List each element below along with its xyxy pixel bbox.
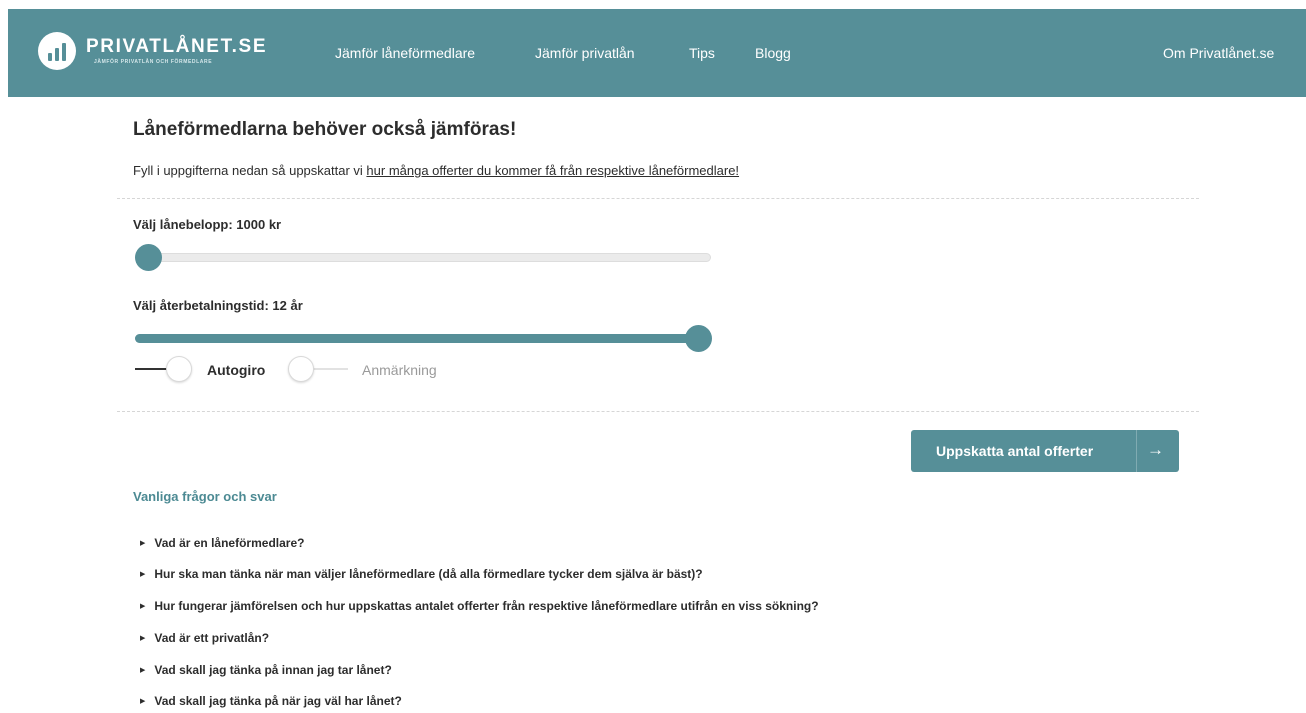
loan-amount-label: Välj lånebelopp: 1000 kr xyxy=(133,217,282,232)
slider-track xyxy=(135,253,711,262)
faq-title: Vanliga frågor och svar xyxy=(133,489,277,504)
intro-link[interactable]: hur många offerter du kommer få från res… xyxy=(366,163,739,178)
caret-right-icon: ▶ xyxy=(140,635,146,642)
estimate-offers-label: Uppskatta antal offerter xyxy=(936,443,1094,459)
repayment-slider[interactable] xyxy=(135,325,712,352)
autogiro-toggle[interactable] xyxy=(135,355,195,385)
faq-item[interactable]: ▶ Vad är en låneförmedlare? xyxy=(140,536,304,550)
loan-amount-slider[interactable] xyxy=(135,244,711,271)
toggle-knob xyxy=(288,356,314,382)
toggle-knob xyxy=(166,356,192,382)
site-header: PRIVATLÅNET.SE JÄMFÖR PRIVATLÅN OCH FÖRM… xyxy=(8,9,1306,97)
faq-item[interactable]: ▶ Hur ska man tänka när man väljer lånefö… xyxy=(140,567,703,581)
intro-text: Fyll i uppgifterna nedan så uppskattar v… xyxy=(133,163,739,178)
faq-item-text: Hur fungerar jämförelsen och hur uppskat… xyxy=(154,599,819,613)
faq-item-text: Vad är en låneförmedlare? xyxy=(154,536,305,550)
toggle-track xyxy=(308,368,348,370)
nav-item-jamfor-privatlan[interactable]: Jämför privatlån xyxy=(535,44,635,62)
logo-tagline: JÄMFÖR PRIVATLÅN OCH FÖRMEDLARE xyxy=(94,59,213,65)
button-separator xyxy=(1136,430,1137,472)
slider-thumb[interactable] xyxy=(685,325,712,352)
faq-item-text: Vad är ett privatlån? xyxy=(154,631,270,645)
intro-prefix: Fyll i uppgifterna nedan så uppskattar v… xyxy=(133,163,367,178)
nav-item-om-privatlanet[interactable]: Om Privatlånet.se xyxy=(1163,44,1274,62)
divider-top xyxy=(117,198,1199,199)
faq-item-text: Hur ska man tänka när man väljer låneför… xyxy=(154,567,703,581)
caret-right-icon: ▶ xyxy=(140,667,146,674)
autogiro-label: Autogiro xyxy=(207,362,266,378)
page-title: Låneförmedlarna behöver också jämföras! xyxy=(133,119,517,140)
estimate-offers-button[interactable]: Uppskatta antal offerter → xyxy=(911,430,1179,472)
logo-title: PRIVATLÅNET.SE xyxy=(86,36,268,57)
divider-bottom xyxy=(117,411,1199,412)
faq-item-text: Vad skall jag tänka på innan jag tar lån… xyxy=(154,663,392,677)
bar-chart-icon xyxy=(38,32,76,70)
repayment-label: Välj återbetalningstid: 12 år xyxy=(133,298,303,313)
nav-item-jamfor-laneformedlare[interactable]: Jämför låneförmedlare xyxy=(335,44,475,62)
arrow-right-icon: → xyxy=(1147,440,1164,459)
caret-right-icon: ▶ xyxy=(140,698,146,705)
anmarkning-toggle[interactable] xyxy=(288,355,350,385)
slider-thumb[interactable] xyxy=(135,244,162,271)
caret-right-icon: ▶ xyxy=(140,603,146,610)
faq-item[interactable]: ▶ Hur fungerar jämförelsen och hur uppska… xyxy=(140,599,819,613)
faq-item-text: Vad skall jag tänka på när jag väl har l… xyxy=(154,694,402,708)
faq-item[interactable]: ▶ Vad skall jag tänka på när jag väl har … xyxy=(140,694,402,708)
caret-right-icon: ▶ xyxy=(140,540,146,547)
caret-right-icon: ▶ xyxy=(140,571,146,578)
anmarkning-label: Anmärkning xyxy=(362,362,437,378)
faq-item[interactable]: ▶ Vad skall jag tänka på innan jag tar lå… xyxy=(140,663,392,677)
logo[interactable]: PRIVATLÅNET.SE JÄMFÖR PRIVATLÅN OCH FÖRM… xyxy=(38,32,267,70)
faq-item[interactable]: ▶ Vad är ett privatlån? xyxy=(140,631,269,645)
slider-fill xyxy=(135,334,711,343)
nav-item-blogg[interactable]: Blogg xyxy=(755,44,791,62)
nav-item-tips[interactable]: Tips xyxy=(689,44,715,62)
